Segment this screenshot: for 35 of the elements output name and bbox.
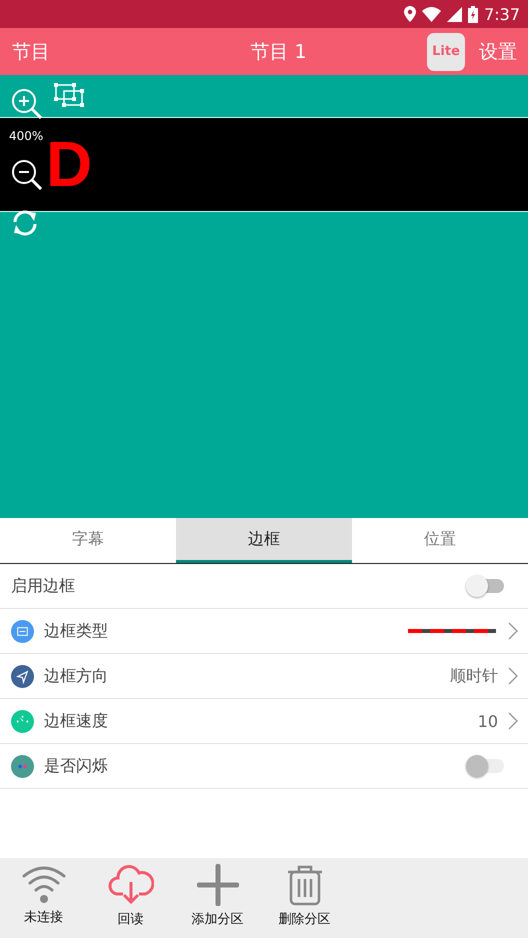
signal-icon — [447, 6, 462, 22]
plus-button[interactable]: 添加分区 — [174, 864, 261, 938]
wifi-icon — [22, 864, 66, 904]
setting-label: 边框速度 — [44, 710, 109, 732]
location-icon — [404, 6, 416, 22]
cloud-button[interactable]: 回读 — [87, 864, 174, 938]
rotate-icon[interactable] — [11, 208, 39, 238]
wifi-button[interactable]: 未连接 — [0, 864, 87, 938]
chevron-icon — [508, 622, 518, 640]
clock-time: 7:37 — [484, 4, 520, 24]
zoom-out-icon[interactable] — [11, 159, 42, 190]
toggle-switch[interactable] — [466, 575, 504, 597]
zoom-level: 400% — [9, 129, 44, 143]
chevron-icon — [508, 667, 518, 685]
battery-icon — [468, 6, 478, 22]
trash-icon — [286, 864, 324, 906]
setting-label: 边框方向 — [44, 666, 109, 686]
tab[interactable]: 边框 — [176, 518, 352, 563]
setting-label: 启用边框 — [11, 576, 76, 596]
setting-row[interactable]: 边框类型 — [0, 609, 528, 654]
wifi-icon — [422, 6, 442, 22]
chevron-icon — [508, 712, 518, 730]
screen-title: 节目 1 — [249, 40, 308, 64]
setting-value: 顺时针 — [450, 666, 498, 686]
cloud-download-icon — [108, 864, 154, 906]
tab[interactable]: 位置 — [352, 518, 528, 563]
zoom-in-icon[interactable] — [11, 88, 42, 119]
setting-label: 边框类型 — [44, 620, 109, 642]
led-display-text: D — [46, 138, 92, 190]
setting-label: 是否闪烁 — [44, 756, 109, 776]
tab[interactable]: 字幕 — [0, 518, 176, 563]
trash-button[interactable]: 删除分区 — [261, 864, 348, 938]
select-frame-icon[interactable] — [54, 83, 85, 107]
setting-value: 10 — [478, 712, 498, 730]
plus-icon — [196, 864, 238, 906]
